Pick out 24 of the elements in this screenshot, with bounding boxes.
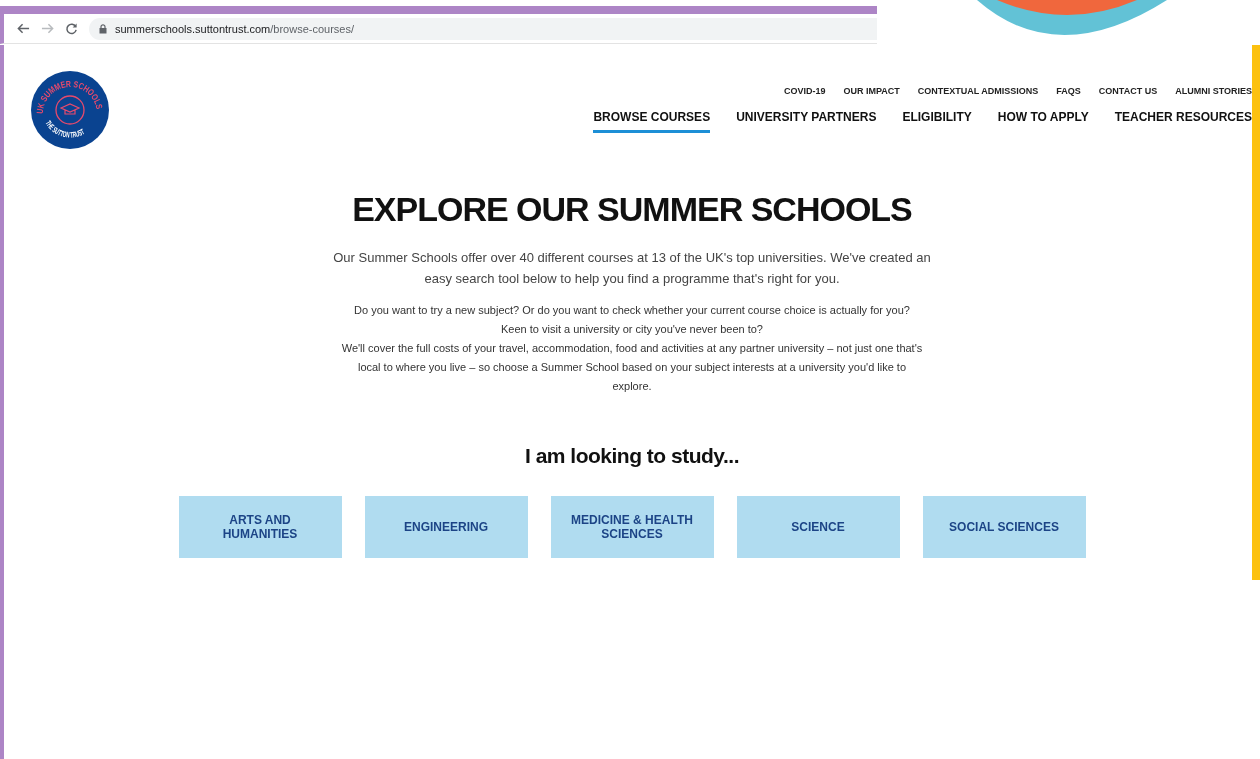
main-nav-link[interactable]: HOW TO APPLY: [997, 110, 1089, 133]
main-nav-link[interactable]: TEACHER RESOURCES: [1114, 110, 1252, 133]
details-text: Do you want to try a new subject? Or do you want to check whether your current course choice is actually for you? Keen to visit a university or city you've never been to? We'll cover the full costs of your travel, accommodation, food and activities at any partner university – not just one that's local to where you live – so choose a Summer School based on your subject interests at a university you'd like to explore.: [340, 303, 924, 394]
secondary-nav-link[interactable]: CONTACT US: [1098, 86, 1158, 96]
page-heading: EXPLORE OUR SUMMER SCHOOLS: [352, 190, 912, 229]
category-button[interactable]: MEDICINE & HEALTH SCIENCES: [550, 496, 714, 558]
category-button[interactable]: SCIENCE: [736, 496, 900, 558]
lock-icon: [99, 23, 107, 34]
main-nav-link[interactable]: ELIGIBILITY: [902, 110, 972, 133]
address-bar[interactable]: summerschools.suttontrust.com/browse-courses/: [89, 17, 877, 40]
reload-icon[interactable]: [65, 22, 78, 35]
study-heading: I am looking to study...: [525, 444, 739, 468]
back-icon[interactable]: [17, 22, 30, 35]
secondary-nav-link[interactable]: CONTEXTUAL ADMISSIONS: [917, 86, 1039, 96]
secondary-nav-link[interactable]: COVID-19: [783, 86, 826, 96]
secondary-nav-link[interactable]: ALUMNI STORIES: [1175, 86, 1252, 96]
category-button[interactable]: ARTS AND HUMANITIES: [178, 496, 342, 558]
secondary-nav-link[interactable]: FAQS: [1056, 86, 1081, 96]
main-nav-link[interactable]: UNIVERSITY PARTNERS: [736, 110, 877, 133]
intro-text: Our Summer Schools offer over 40 different courses at 13 of the UK's top universities. We've created an easy search tool below to help you find a programme that's right for you.: [332, 249, 932, 288]
main-nav-link[interactable]: BROWSE COURSES: [593, 110, 711, 133]
secondary-nav-link[interactable]: OUR IMPACT: [843, 86, 900, 96]
category-button[interactable]: ENGINEERING: [364, 496, 528, 558]
category-button[interactable]: SOCIAL SCIENCES: [922, 496, 1086, 558]
